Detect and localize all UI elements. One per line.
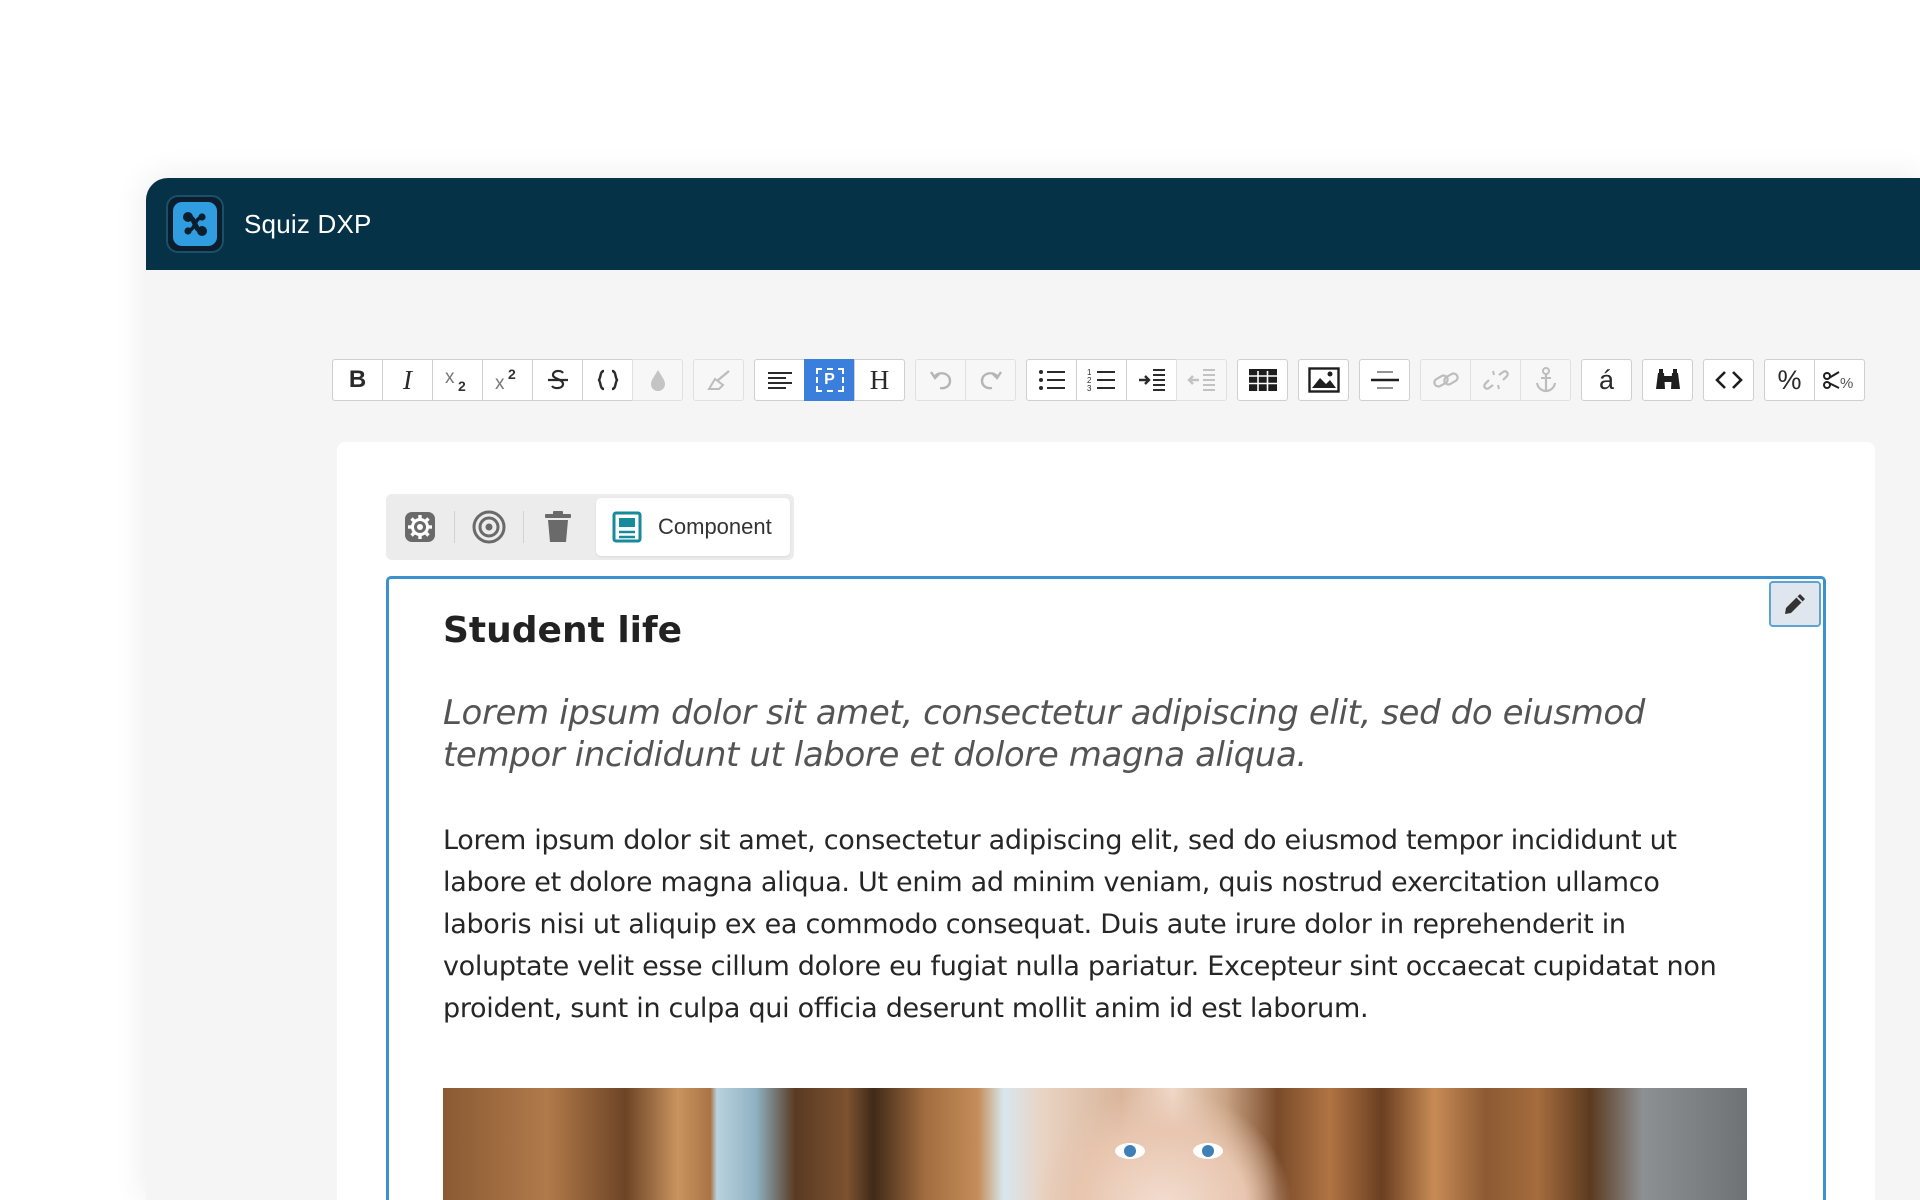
indent-button[interactable] bbox=[1126, 359, 1177, 401]
numbered-list-button[interactable]: 123 bbox=[1076, 359, 1127, 401]
component-content: Student life Lorem ipsum dolor sit amet,… bbox=[443, 609, 1753, 1030]
settings-button[interactable] bbox=[386, 494, 454, 560]
hr-group bbox=[1359, 359, 1410, 401]
keyword-group: % % bbox=[1764, 359, 1865, 401]
source-code-button[interactable] bbox=[1703, 359, 1754, 401]
history-group bbox=[915, 359, 1016, 401]
horizontal-rule-icon bbox=[1370, 371, 1399, 389]
align-left-icon bbox=[767, 372, 792, 389]
table-button[interactable] bbox=[1237, 359, 1288, 401]
svg-text:x: x bbox=[495, 373, 505, 393]
component-block[interactable]: Student life Lorem ipsum dolor sit amet,… bbox=[386, 576, 1826, 1200]
unlink-icon bbox=[1482, 370, 1509, 390]
char-group: á bbox=[1581, 359, 1632, 401]
editor-toolbar: B I x2 x2 P H 1 2 3 á % % bbox=[332, 359, 1875, 401]
code-brackets-icon bbox=[1714, 371, 1743, 389]
undo-icon bbox=[929, 371, 951, 390]
app-title: Squiz DXP bbox=[244, 208, 372, 239]
redo-button[interactable] bbox=[965, 359, 1016, 401]
unlink-button[interactable] bbox=[1470, 359, 1521, 401]
redo-icon bbox=[980, 371, 1002, 390]
paragraph-button[interactable]: P bbox=[804, 359, 855, 401]
remove-keywords-button[interactable]: % bbox=[1814, 359, 1865, 401]
link-button[interactable] bbox=[1420, 359, 1471, 401]
target-icon bbox=[472, 510, 506, 544]
italic-button[interactable]: I bbox=[382, 359, 433, 401]
component-photo bbox=[443, 1088, 1747, 1200]
bullet-list-button[interactable] bbox=[1026, 359, 1077, 401]
format-group: B I x2 x2 bbox=[332, 359, 683, 401]
delete-button[interactable] bbox=[524, 494, 592, 560]
table-icon bbox=[1248, 369, 1277, 391]
subscript-button[interactable]: x2 bbox=[432, 359, 483, 401]
table-group bbox=[1237, 359, 1288, 401]
search-group bbox=[1642, 359, 1693, 401]
component-type-label: Component bbox=[658, 514, 772, 539]
strikethrough-button[interactable] bbox=[532, 359, 583, 401]
scissors-percent-icon: % bbox=[1822, 371, 1853, 392]
horizontal-rule-button[interactable] bbox=[1359, 359, 1410, 401]
image-icon bbox=[1307, 367, 1340, 393]
svg-text:2: 2 bbox=[458, 378, 466, 393]
numbered-list-icon: 123 bbox=[1087, 368, 1115, 393]
image-button[interactable] bbox=[1298, 359, 1349, 401]
clear-group bbox=[693, 359, 744, 401]
svg-text:x: x bbox=[445, 367, 455, 388]
component-heading: Student life bbox=[443, 610, 683, 651]
svg-text:2: 2 bbox=[508, 367, 516, 382]
squiz-logo-icon[interactable] bbox=[166, 195, 224, 253]
bold-button[interactable]: B bbox=[332, 359, 383, 401]
undo-button[interactable] bbox=[915, 359, 966, 401]
gear-icon bbox=[405, 512, 435, 542]
svg-text:%: % bbox=[1840, 375, 1853, 392]
justify-button[interactable] bbox=[754, 359, 805, 401]
outdent-button[interactable] bbox=[1176, 359, 1227, 401]
component-body-text: Lorem ipsum dolor sit amet, consectetur … bbox=[443, 825, 1717, 1025]
curly-braces-icon bbox=[597, 369, 618, 391]
text-color-button[interactable] bbox=[632, 359, 683, 401]
list-group: 123 bbox=[1026, 359, 1227, 401]
svg-text:3: 3 bbox=[1087, 384, 1092, 393]
source-group bbox=[1703, 359, 1754, 401]
content-panel: Component Student life Lorem ipsum dolor… bbox=[337, 442, 1875, 1200]
clear-formatting-button[interactable] bbox=[693, 359, 744, 401]
block-group: P H bbox=[754, 359, 905, 401]
search-replace-button[interactable] bbox=[1642, 359, 1693, 401]
component-icon bbox=[612, 511, 642, 543]
eraser-icon bbox=[706, 370, 730, 390]
title-bar: Squiz DXP bbox=[146, 178, 1920, 270]
pencil-icon bbox=[1785, 594, 1805, 614]
superscript-button[interactable]: x2 bbox=[482, 359, 533, 401]
image-group bbox=[1298, 359, 1349, 401]
edit-component-button[interactable] bbox=[1769, 581, 1821, 627]
droplet-icon bbox=[650, 370, 665, 391]
indent-icon bbox=[1138, 369, 1165, 391]
component-lead-text: Lorem ipsum dolor sit amet, consectetur … bbox=[443, 693, 1645, 776]
code-button[interactable] bbox=[582, 359, 633, 401]
binoculars-icon bbox=[1655, 369, 1680, 389]
strikethrough-icon bbox=[547, 369, 568, 390]
link-icon bbox=[1432, 372, 1459, 388]
component-type-chip[interactable]: Component bbox=[596, 498, 790, 556]
link-group bbox=[1420, 359, 1571, 401]
trash-icon bbox=[545, 511, 571, 542]
anchor-button[interactable] bbox=[1520, 359, 1571, 401]
subscript-icon: x2 bbox=[445, 367, 466, 393]
special-characters-button[interactable]: á bbox=[1581, 359, 1632, 401]
bullet-list-icon bbox=[1038, 370, 1065, 390]
app-window: Squiz DXP B I x2 x2 P H 1 2 3 á % % Comp… bbox=[146, 178, 1920, 1200]
outdent-icon bbox=[1186, 369, 1215, 391]
superscript-icon: x2 bbox=[495, 367, 516, 393]
heading-button[interactable]: H bbox=[854, 359, 905, 401]
target-button[interactable] bbox=[455, 494, 523, 560]
keyword-button[interactable]: % bbox=[1764, 359, 1815, 401]
component-toolbar: Component bbox=[386, 494, 794, 560]
anchor-icon bbox=[1535, 367, 1556, 393]
